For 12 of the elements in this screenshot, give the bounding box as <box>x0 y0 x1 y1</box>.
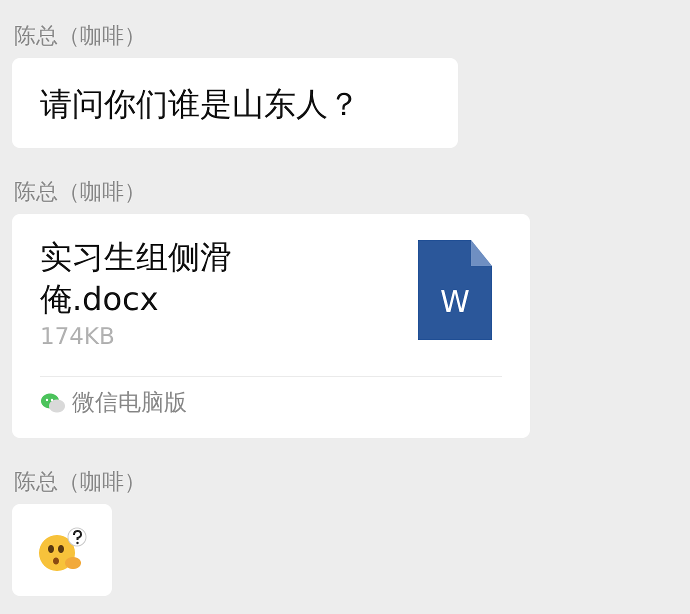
message-text: 请问你们谁是山东人？ <box>39 84 361 125</box>
file-card[interactable]: 实习生组侧滑俺.docx 174KB W 微信电脑版 <box>12 214 530 438</box>
source-label: 微信电脑版 <box>72 389 187 418</box>
sender-name: 陈总（咖啡） <box>14 23 146 51</box>
sender-name: 陈总（咖啡） <box>14 469 146 497</box>
file-name: 实习生组侧滑俺.docx <box>40 237 233 320</box>
chat-app-icon <box>40 392 66 414</box>
document-icon <box>418 240 492 340</box>
sender-name: 陈总（咖啡） <box>14 179 146 207</box>
file-type-letter: W <box>440 284 470 320</box>
confused-emoji-icon <box>37 527 87 573</box>
file-size: 174KB <box>40 324 115 350</box>
